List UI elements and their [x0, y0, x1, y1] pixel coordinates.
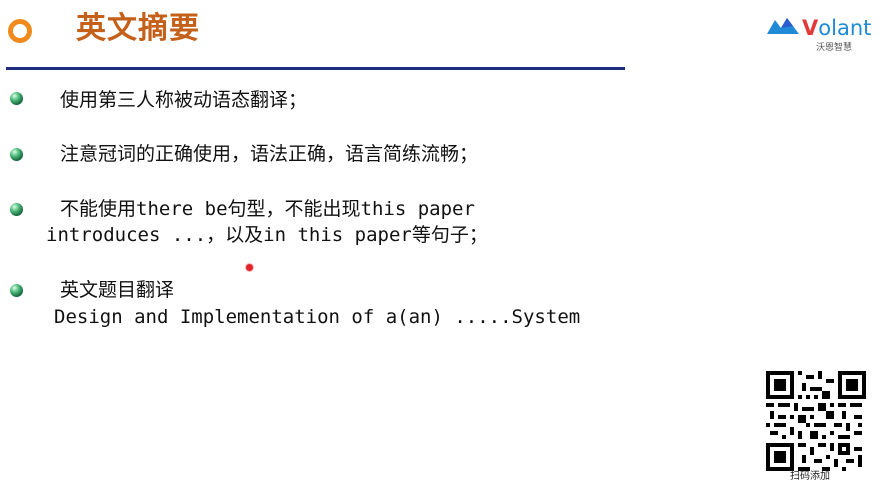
- laser-pointer-dot: [245, 263, 254, 272]
- logo-mountain-icon: [767, 18, 799, 34]
- logo-wordmark-prefix: V: [802, 16, 819, 40]
- slide: 英文摘要 Volant 沃恩智慧 使用第三人称被动语态翻译； 注意冠词的正确使用…: [0, 0, 882, 482]
- bullet-icon: [10, 92, 23, 105]
- qr-code-icon: [766, 371, 866, 471]
- slide-title: 英文摘要: [76, 11, 200, 46]
- bullet-text-continuation: Design and Implementation of a(an) .....…: [54, 306, 581, 328]
- bullet-text: 注意冠词的正确使用，语法正确，语言简练流畅；: [60, 143, 479, 165]
- bullet-icon: [10, 203, 23, 216]
- bullet-text: 不能使用there be句型，不能出现this paper: [60, 198, 475, 220]
- logo-subtitle: 沃恩智慧: [816, 43, 853, 53]
- bullet-text-continuation: introduces ...，以及in this paper等句子；: [46, 224, 488, 246]
- qr-caption: 扫码添加: [790, 471, 830, 482]
- title-divider: [6, 67, 625, 70]
- brand-logo: Volant 沃恩智慧: [767, 12, 875, 56]
- bullet-text: 使用第三人称被动语态翻译；: [60, 89, 308, 111]
- title-ring-icon: [8, 19, 32, 43]
- bullet-text: 英文题目翻译: [60, 279, 175, 301]
- bullet-icon: [10, 284, 23, 297]
- logo-wordmark-rest: olant: [818, 16, 872, 40]
- bullet-icon: [10, 148, 23, 161]
- logo-wordmark: Volant: [802, 16, 871, 40]
